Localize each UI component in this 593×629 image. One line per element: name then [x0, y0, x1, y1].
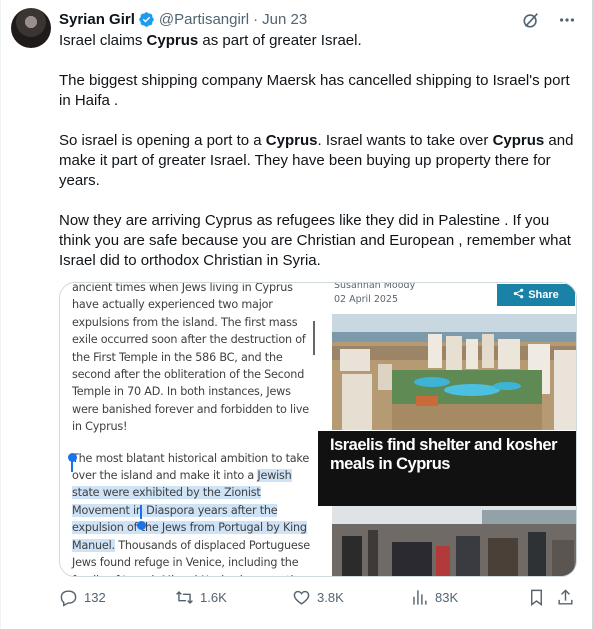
- article-text: ancient times when Jews living in Cyprus…: [72, 283, 312, 576]
- share-arrow-icon: [513, 288, 524, 302]
- article-paragraph-2: The most blatant historical ambition to …: [72, 451, 310, 576]
- like-button[interactable]: 3.8K: [292, 588, 344, 607]
- share-button[interactable]: [556, 588, 575, 607]
- tweet-header: Syrian Girl @Partisangirl · Jun 23: [59, 9, 307, 29]
- repost-count: 1.6K: [200, 590, 227, 605]
- views-button[interactable]: 83K: [410, 588, 458, 607]
- more-icon[interactable]: [557, 10, 577, 30]
- grok-icon[interactable]: [521, 10, 541, 30]
- tweet-date[interactable]: Jun 23: [262, 11, 307, 28]
- article-byline: Susannah Moody 02 April 2025: [334, 283, 415, 307]
- refugee-photo: [332, 506, 576, 576]
- news-headline: Israelis find shelter and kosher meals i…: [330, 436, 558, 473]
- tweet-paragraph-3: So israel is opening a port to a Cyprus.…: [59, 132, 574, 189]
- tweet-paragraph-1: Israel claims Cyprus as part of greater …: [59, 32, 362, 49]
- tweet-text: Israel claims Cyprus as part of greater …: [59, 31, 574, 271]
- article-paragraph-1: ancient times when Jews living in Cyprus…: [72, 283, 309, 434]
- tweet-media[interactable]: ancient times when Jews living in Cyprus…: [59, 282, 577, 577]
- hashtag-cyprus[interactable]: Cyprus: [147, 32, 199, 49]
- hashtag-cyprus[interactable]: Cyprus: [493, 132, 545, 149]
- hashtag-cyprus[interactable]: Cyprus: [266, 132, 318, 149]
- article-scrollbar: [313, 321, 315, 355]
- media-image-news-screenshot[interactable]: Susannah Moody 02 April 2025 Share Israe…: [318, 283, 576, 576]
- views-icon: [410, 588, 429, 607]
- share-button-in-image: Share: [497, 284, 575, 306]
- repost-button[interactable]: 1.6K: [175, 588, 227, 607]
- reply-count: 132: [84, 590, 106, 605]
- selection-end-line: [140, 505, 142, 519]
- author-handle[interactable]: @Partisangirl: [159, 11, 249, 28]
- views-count: 83K: [435, 590, 459, 605]
- separator-dot: ·: [253, 10, 259, 28]
- reply-icon: [59, 588, 78, 607]
- tweet-actions: 132 1.6K 3.8K 83K: [59, 588, 579, 608]
- tweet-paragraph-4: Now they are arriving Cyprus as refugees…: [59, 212, 571, 269]
- bookmark-icon: [527, 588, 546, 607]
- resort-photo: [332, 314, 576, 430]
- media-image-article-screenshot[interactable]: ancient times when Jews living in Cyprus…: [60, 283, 318, 576]
- avatar[interactable]: [11, 8, 51, 48]
- selection-start-line: [71, 458, 73, 472]
- headline-banner: Israelis find shelter and kosher meals i…: [318, 431, 576, 506]
- frame-border-left: [0, 0, 1, 629]
- tweet-paragraph-2: The biggest shipping company Maersk has …: [59, 72, 570, 109]
- bookmark-button[interactable]: [527, 588, 546, 607]
- author-name[interactable]: Syrian Girl: [59, 11, 135, 28]
- like-icon: [292, 588, 311, 607]
- reply-button[interactable]: 132: [59, 588, 106, 607]
- byline-date: 02 April 2025: [334, 294, 399, 305]
- byline-author: Susannah Moody: [334, 283, 416, 291]
- share-label: Share: [528, 289, 559, 301]
- selection-end-handle: [137, 521, 146, 530]
- share-icon: [556, 588, 575, 607]
- verified-badge-icon: [138, 11, 155, 28]
- like-count: 3.8K: [317, 590, 344, 605]
- repost-icon: [175, 588, 194, 607]
